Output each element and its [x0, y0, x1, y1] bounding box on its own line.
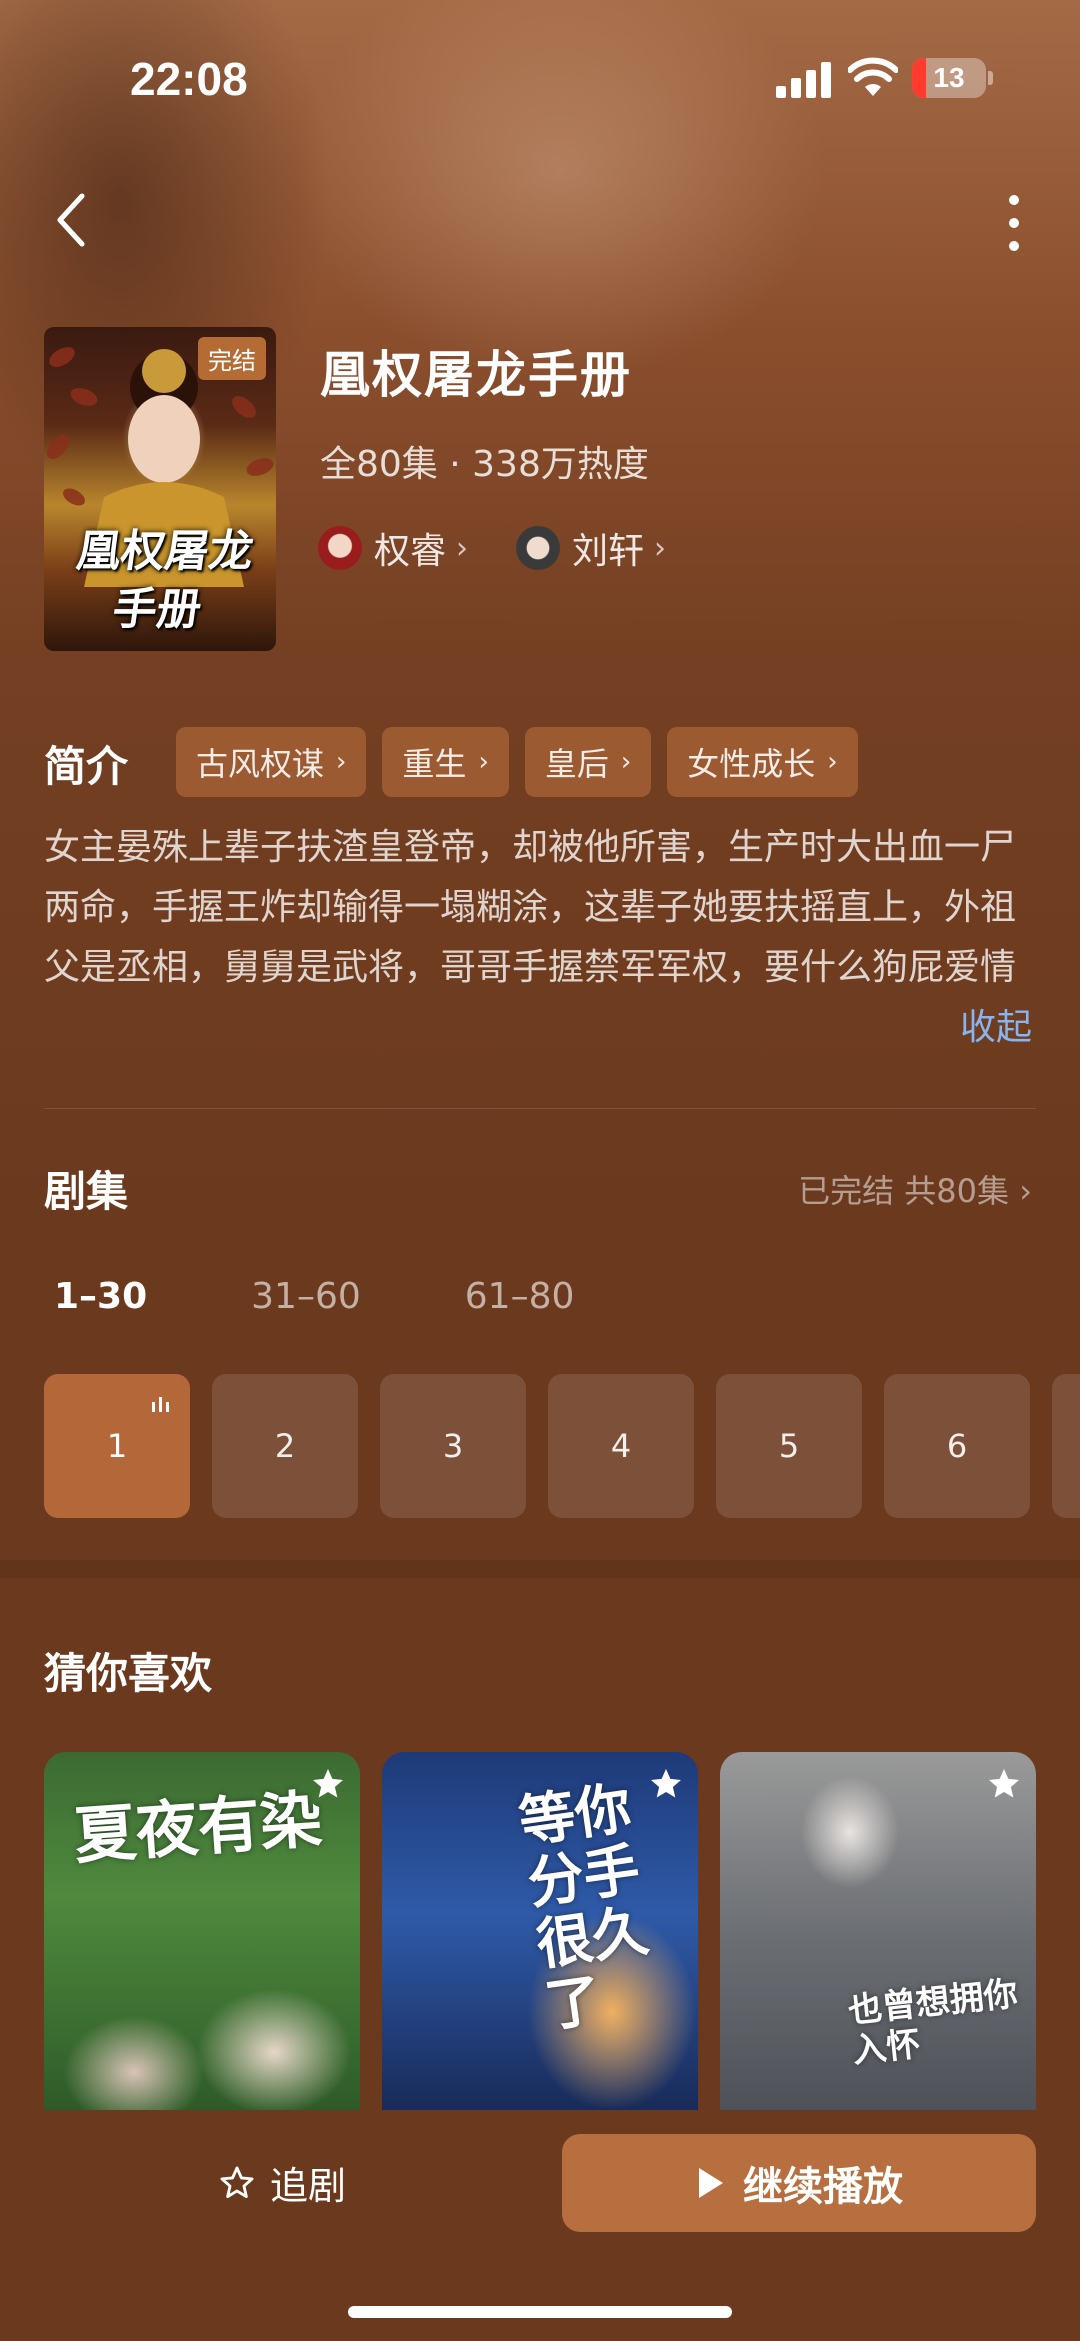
- episode-button[interactable]: [1052, 1374, 1080, 1518]
- tag-list: 古风权谋 › 重生 › 皇后 › 女性成长 ›: [176, 727, 858, 797]
- wifi-icon: [848, 57, 898, 96]
- battery-icon: 13: [912, 58, 986, 98]
- more-options-icon[interactable]: [996, 190, 1032, 256]
- card-art-title: 也曾想拥你入怀: [846, 1973, 1020, 2072]
- chevron-right-icon: ›: [827, 747, 838, 777]
- chevron-right-icon: ›: [478, 747, 489, 777]
- intro-label: 简介: [44, 742, 129, 791]
- show-title: 凰权屠龙手册: [320, 346, 632, 404]
- tab-range-2[interactable]: 31–60: [251, 1276, 361, 1317]
- star-icon[interactable]: [648, 1766, 684, 1802]
- show-poster[interactable]: 完结 凰权屠龙 手册: [44, 327, 276, 651]
- continue-play-button[interactable]: 继续播放: [562, 2134, 1036, 2232]
- follow-label: 追剧: [270, 2164, 347, 2208]
- follow-button[interactable]: 追剧: [218, 2155, 346, 2210]
- recommend-card[interactable]: 也曾想拥你入怀: [720, 1752, 1036, 2112]
- chevron-right-icon: ›: [336, 747, 347, 777]
- tag-chip[interactable]: 重生 ›: [382, 727, 509, 797]
- chevron-right-icon: ›: [1019, 1172, 1032, 1210]
- star-outline-icon: [220, 2166, 254, 2198]
- cast-name: 权睿: [374, 531, 447, 572]
- collapse-link[interactable]: 收起: [960, 998, 1032, 1050]
- cast-item-2[interactable]: 刘轩 ›: [516, 522, 666, 574]
- signal-icon: [776, 60, 832, 98]
- episode-button[interactable]: 3: [380, 1374, 526, 1518]
- recommend-card[interactable]: 夏夜有染: [44, 1752, 360, 2112]
- avatar: [318, 526, 362, 570]
- cast-item-1[interactable]: 权睿 ›: [318, 522, 468, 574]
- show-meta: 全80集 · 338万热度: [320, 444, 649, 485]
- chevron-right-icon: ›: [654, 530, 667, 566]
- battery-level: 13: [933, 62, 965, 93]
- episode-button[interactable]: 1: [44, 1374, 190, 1518]
- recommend-title: 猜你喜欢: [44, 1649, 213, 1698]
- completed-badge: 完结: [198, 337, 266, 380]
- status-time: 22:08: [130, 53, 248, 105]
- divider: [44, 1108, 1036, 1109]
- episode-button[interactable]: 2: [212, 1374, 358, 1518]
- play-icon: [699, 2168, 723, 2198]
- card-art-title: 等你分手很久了: [515, 1774, 653, 2040]
- back-icon[interactable]: [48, 190, 98, 250]
- continue-label: 继续播放: [743, 2164, 903, 2210]
- episode-button[interactable]: 5: [716, 1374, 862, 1518]
- cast-name: 刘轩: [572, 531, 645, 572]
- episode-button[interactable]: 6: [884, 1374, 1030, 1518]
- recommend-card[interactable]: 等你分手很久了: [382, 1752, 698, 2112]
- episodes-title: 剧集: [44, 1167, 129, 1216]
- episodes-status-link[interactable]: 已完结 共80集 ›: [798, 1166, 1032, 1212]
- tab-range-1[interactable]: 1–30: [54, 1276, 147, 1317]
- poster-title-art: 凰权屠龙 手册: [73, 526, 257, 635]
- tag-chip[interactable]: 古风权谋 ›: [176, 727, 367, 797]
- episode-button[interactable]: 4: [548, 1374, 694, 1518]
- tab-range-3[interactable]: 61–80: [465, 1276, 575, 1317]
- episode-range-tabs: 1–30 31–60 61–80: [54, 1276, 678, 1317]
- home-indicator[interactable]: [348, 2306, 732, 2318]
- synopsis-text: 女主晏殊上辈子扶渣皇登帝，却被他所害，生产时大出血一尸两命，手握王炸却输得一塌糊…: [44, 827, 1017, 988]
- star-icon[interactable]: [310, 1766, 346, 1802]
- chevron-right-icon: ›: [456, 530, 469, 566]
- playing-icon: [152, 1397, 169, 1412]
- section-separator: [0, 1560, 1080, 1578]
- tag-chip[interactable]: 皇后 ›: [524, 727, 652, 797]
- tag-chip[interactable]: 女性成长 ›: [667, 727, 858, 797]
- chevron-right-icon: ›: [620, 747, 632, 777]
- episode-grid: 1 2 3 4 5 6: [44, 1374, 1080, 1518]
- star-icon[interactable]: [986, 1766, 1022, 1802]
- avatar: [516, 526, 560, 570]
- status-bar: 22:08 13: [0, 0, 1080, 140]
